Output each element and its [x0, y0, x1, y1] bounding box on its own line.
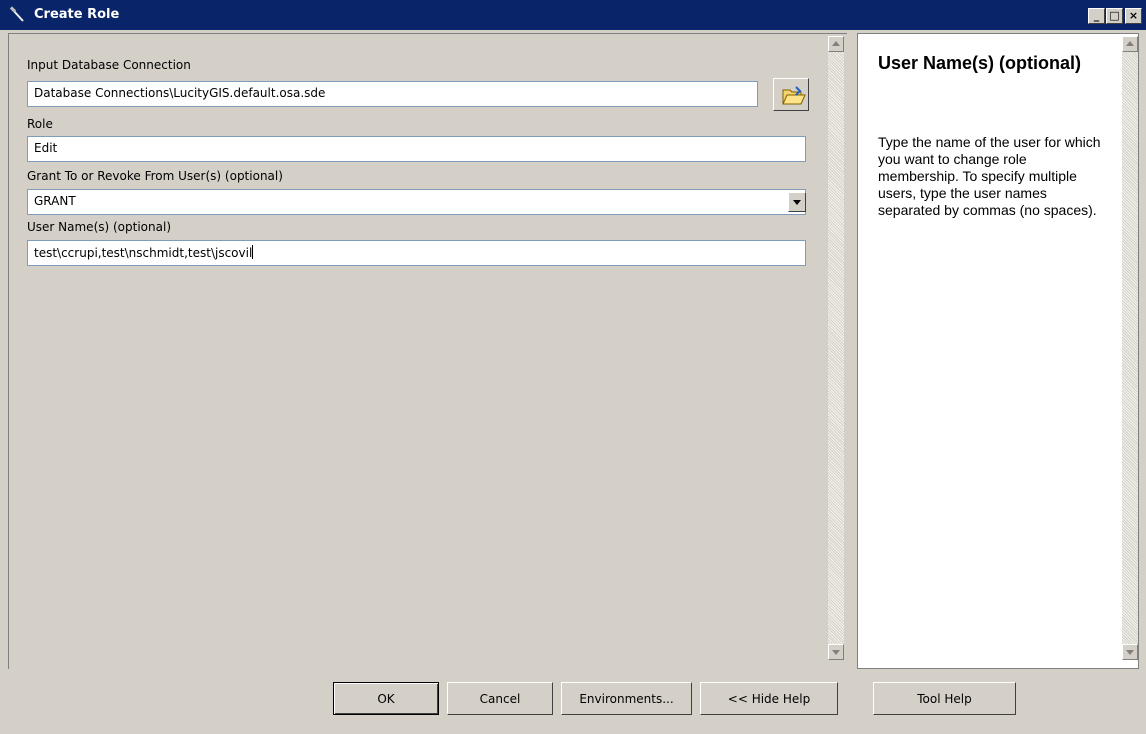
role-field[interactable]: Edit: [27, 136, 806, 162]
create-role-window: Create Role _ □ × Input Database Connect…: [0, 0, 1146, 734]
maximize-button[interactable]: □: [1106, 8, 1123, 24]
minimize-button[interactable]: _: [1088, 8, 1105, 24]
panel-splitter[interactable]: [847, 33, 857, 669]
hide-help-button[interactable]: << Hide Help: [700, 682, 838, 715]
users-field[interactable]: test\ccrupi,test\nschmidt,test\jscovil: [27, 240, 806, 266]
help-body: Type the name of the user for which you …: [878, 134, 1101, 218]
help-scroll-up-button[interactable]: [1122, 36, 1138, 52]
input-db-field[interactable]: Database Connections\LucityGIS.default.o…: [27, 81, 758, 107]
chevron-up-icon: [1126, 41, 1134, 46]
grant-select[interactable]: GRANT: [27, 189, 806, 215]
tool-help-button[interactable]: Tool Help: [873, 682, 1016, 715]
close-button[interactable]: ×: [1125, 8, 1142, 24]
help-scroll-down-button[interactable]: [1122, 644, 1138, 660]
folder-open-icon: [782, 86, 806, 105]
users-field-text: test\ccrupi,test\nschmidt,test\jscovil: [34, 246, 253, 260]
parameters-scrollbar[interactable]: [828, 36, 844, 660]
cancel-button[interactable]: Cancel: [447, 682, 553, 715]
chevron-down-icon: [832, 650, 840, 655]
help-scrollbar[interactable]: [1122, 36, 1138, 660]
role-label: Role: [27, 117, 53, 131]
users-label: User Name(s) (optional): [27, 220, 171, 234]
chevron-up-icon: [832, 41, 840, 46]
browse-button[interactable]: [773, 78, 809, 111]
hammer-icon: [9, 6, 24, 22]
help-title: User Name(s) (optional): [878, 53, 1082, 73]
grant-dropdown-button[interactable]: [788, 192, 806, 212]
ok-button[interactable]: OK: [333, 682, 439, 715]
scroll-up-button[interactable]: [828, 36, 844, 52]
environments-button[interactable]: Environments...: [561, 682, 692, 715]
title-bar[interactable]: Create Role _ □ ×: [0, 0, 1146, 30]
chevron-down-icon: [793, 200, 801, 205]
parameters-panel: [8, 33, 847, 669]
grant-label: Grant To or Revoke From User(s) (optiona…: [27, 169, 283, 183]
text-caret: [252, 245, 254, 259]
input-db-label: Input Database Connection: [27, 58, 191, 72]
window-title: Create Role: [34, 7, 120, 22]
chevron-down-icon: [1126, 650, 1134, 655]
scroll-down-button[interactable]: [828, 644, 844, 660]
help-panel: User Name(s) (optional) Type the name of…: [857, 33, 1139, 669]
